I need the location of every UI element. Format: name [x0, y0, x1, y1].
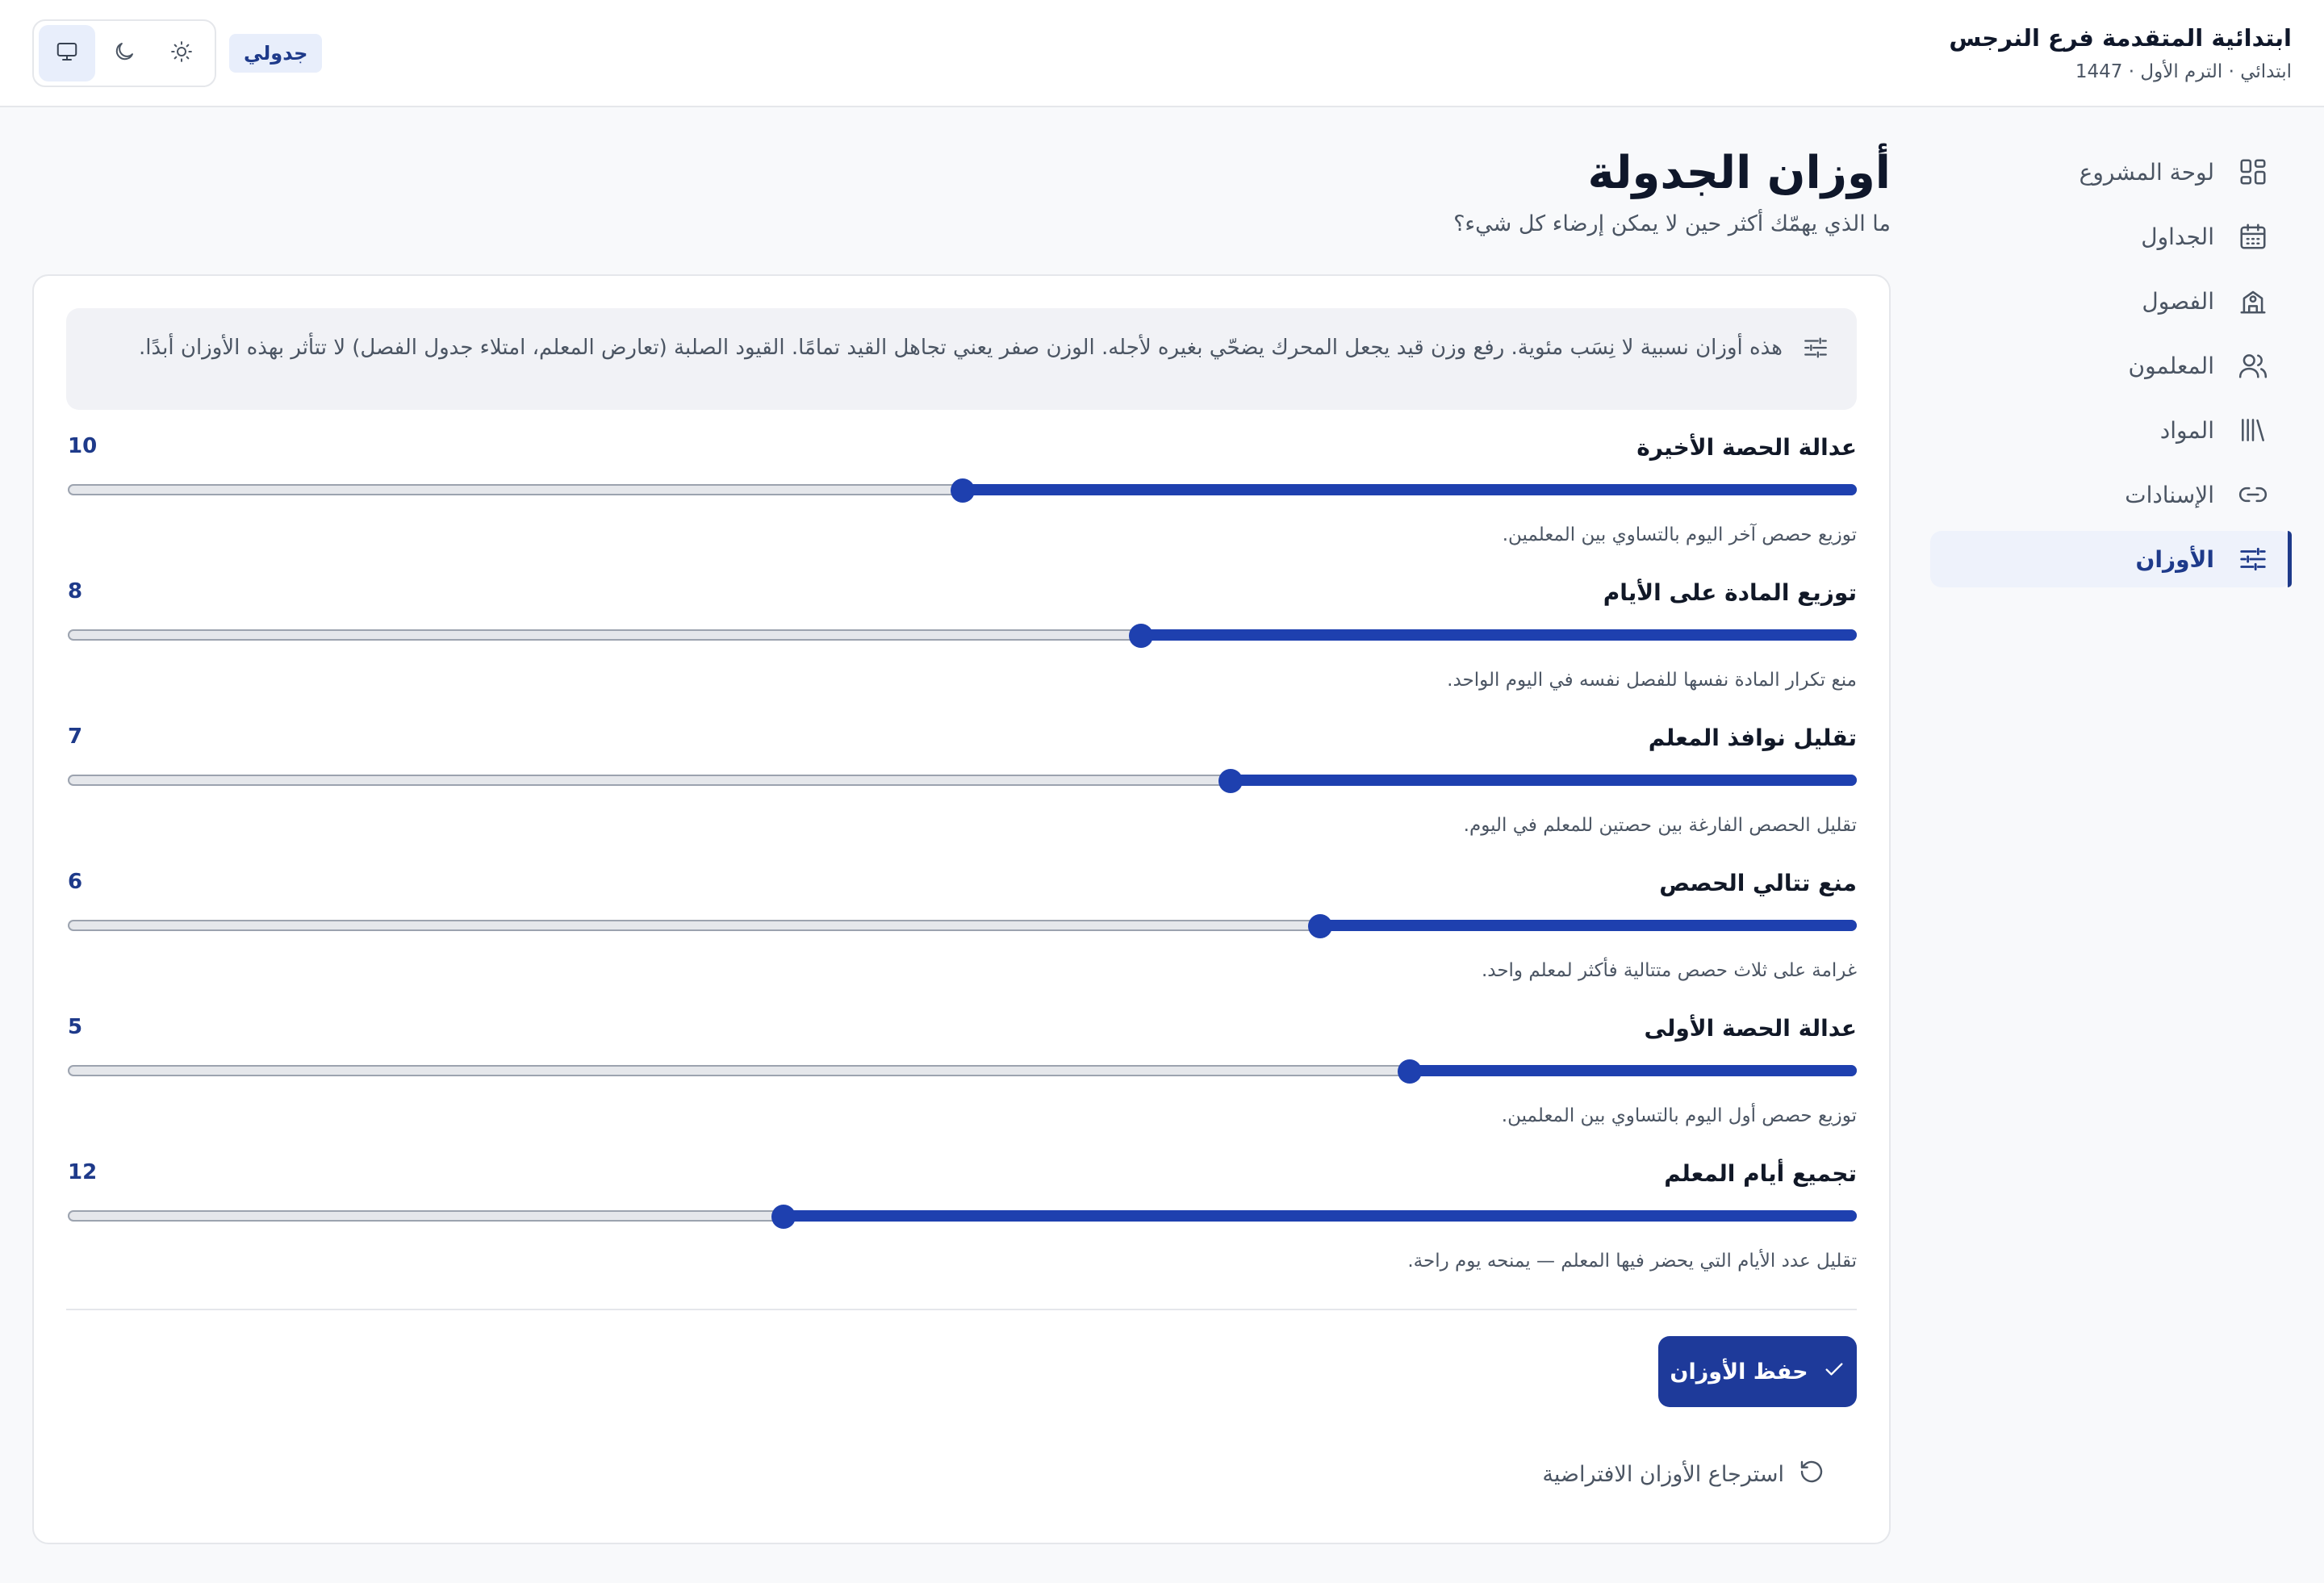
weight-slider-thumb[interactable] [950, 478, 975, 503]
weight-slider-fill [1319, 920, 1857, 931]
top-bar: ابتدائية المتقدمة فرع النرجس ابتدائي · ا… [0, 0, 2324, 107]
school-brand: ابتدائية المتقدمة فرع النرجس ابتدائي · ا… [1949, 24, 2292, 82]
sidebar-item-schedules[interactable]: الجداول [1930, 208, 2292, 265]
weight-slider-thumb[interactable] [1129, 624, 1154, 648]
weight-row: توزيع المادة على الأيام 8 منع تكرار الما… [68, 579, 1857, 725]
theme-light-button[interactable] [153, 25, 210, 81]
weight-slider-fill [1231, 775, 1857, 786]
sidebar-item-classes[interactable]: الفصول [1930, 273, 2292, 329]
users-icon [2237, 349, 2269, 382]
page-title: أوزان الجدولة [1587, 147, 1891, 199]
weight-value: 6 [68, 870, 83, 894]
weight-value: 5 [68, 1015, 83, 1039]
weight-label: منع تتالي الحصص [1659, 870, 1857, 896]
dashboard-grid-icon [2237, 156, 2269, 188]
weight-value: 7 [68, 725, 83, 749]
sidebar-item-label: الإسنادات [2125, 481, 2214, 508]
theme-toggle [32, 19, 216, 87]
sidebar-nav: لوحة المشروع الجداول الفصول المعلمون الم… [1930, 144, 2292, 595]
sidebar-item-label: المواد [2159, 416, 2214, 444]
weights-card: هذه أوزان نسبية لا نِسَب مئوية. رفع وزن … [32, 274, 1891, 1544]
weight-slider-thumb[interactable] [1307, 914, 1332, 938]
app-badge[interactable]: جدولي [229, 34, 323, 73]
library-books-icon [2237, 414, 2269, 446]
info-callout: هذه أوزان نسبية لا نِسَب مئوية. رفع وزن … [66, 308, 1857, 410]
school-building-icon [2237, 285, 2269, 317]
weight-row: تجميع أيام المعلم 12 تقليل عدد الأيام ال… [68, 1160, 1857, 1305]
sliders-icon [1802, 334, 1829, 361]
weight-description: منع تكرار المادة نفسها للفصل نفسه في الي… [1447, 670, 1857, 691]
weight-label: توزيع المادة على الأيام [1603, 579, 1857, 606]
weight-slider-fill [783, 1210, 1857, 1222]
link-icon [2237, 478, 2269, 511]
weight-slider-fill [1141, 629, 1857, 641]
weight-label: تقليل نوافذ المعلم [1648, 725, 1857, 751]
weight-row: عدالة الحصة الأولى 5 توزيع حصص أول اليوم… [68, 1015, 1857, 1160]
sidebar-item-subjects[interactable]: المواد [1930, 402, 2292, 458]
sidebar-item-teachers[interactable]: المعلمون [1930, 337, 2292, 394]
weight-value: 12 [68, 1160, 98, 1184]
sidebar-item-weights[interactable]: الأوزان [1930, 531, 2292, 587]
weight-slider-fill [1409, 1065, 1857, 1076]
save-weights-label: حفظ الأوزان [1670, 1359, 1808, 1385]
sun-icon [169, 40, 194, 67]
weight-value: 8 [68, 579, 83, 604]
reset-defaults-label: استرجاع الأوزان الافتراضية [1542, 1462, 1784, 1487]
weight-value: 10 [68, 434, 98, 458]
reset-defaults-button[interactable]: استرجاع الأوزان الافتراضية [1542, 1459, 1825, 1490]
rotate-ccw-icon [1799, 1459, 1825, 1490]
calendar-icon [2237, 220, 2269, 253]
page-subtitle: ما الذي يهمّك أكثر حين لا يمكن إرضاء كل … [1453, 211, 1891, 236]
weight-row: منع تتالي الحصص 6 غرامة على ثلاث حصص متت… [68, 870, 1857, 1015]
school-name: ابتدائية المتقدمة فرع النرجس [1949, 24, 2292, 52]
weights-list: عدالة الحصة الأخيرة 10 توزيع حصص آخر الي… [68, 434, 1857, 1305]
check-icon [1823, 1358, 1845, 1386]
sidebar-item-label: المعلمون [2128, 352, 2215, 379]
weight-label: عدالة الحصة الأخيرة [1636, 434, 1857, 461]
moon-icon [112, 40, 136, 67]
weight-slider-fill [962, 484, 1857, 495]
monitor-icon [55, 40, 79, 67]
sidebar-item-dashboard[interactable]: لوحة المشروع [1930, 144, 2292, 200]
sidebar-item-assignments[interactable]: الإسنادات [1930, 466, 2292, 523]
weight-slider-thumb[interactable] [771, 1205, 796, 1229]
sidebar-item-label: الجداول [2141, 223, 2214, 250]
sidebar-item-label: الفصول [2142, 287, 2214, 315]
weight-description: تقليل الحصص الفارغة بين حصتين للمعلم في … [1463, 815, 1857, 836]
sidebar-item-label: الأوزان [2135, 545, 2214, 573]
sidebar-item-label: لوحة المشروع [2079, 158, 2214, 186]
weight-row: عدالة الحصة الأخيرة 10 توزيع حصص آخر الي… [68, 434, 1857, 579]
weight-description: توزيع حصص أول اليوم بالتساوي بين المعلمي… [1501, 1105, 1857, 1126]
info-text: هذه أوزان نسبية لا نِسَب مئوية. رفع وزن … [138, 336, 1783, 360]
weight-description: غرامة على ثلاث حصص متتالية فأكثر لمعلم و… [1481, 960, 1857, 981]
weight-row: تقليل نوافذ المعلم 7 تقليل الحصص الفارغة… [68, 725, 1857, 870]
weight-description: توزيع حصص آخر اليوم بالتساوي بين المعلمي… [1502, 524, 1857, 545]
sliders-icon [2237, 543, 2269, 575]
weight-slider-thumb[interactable] [1397, 1059, 1422, 1084]
weight-label: تجميع أيام المعلم [1664, 1160, 1857, 1187]
divider [66, 1309, 1857, 1310]
weight-description: تقليل عدد الأيام التي يحضر فيها المعلم —… [1407, 1251, 1857, 1272]
weight-slider-thumb[interactable] [1218, 769, 1244, 793]
save-weights-button[interactable]: حفظ الأوزان [1658, 1336, 1857, 1407]
school-meta: ابتدائي · الترم الأول · 1447 [2075, 61, 2292, 82]
theme-system-button[interactable] [39, 25, 95, 81]
weight-label: عدالة الحصة الأولى [1644, 1015, 1857, 1042]
theme-dark-button[interactable] [96, 25, 153, 81]
